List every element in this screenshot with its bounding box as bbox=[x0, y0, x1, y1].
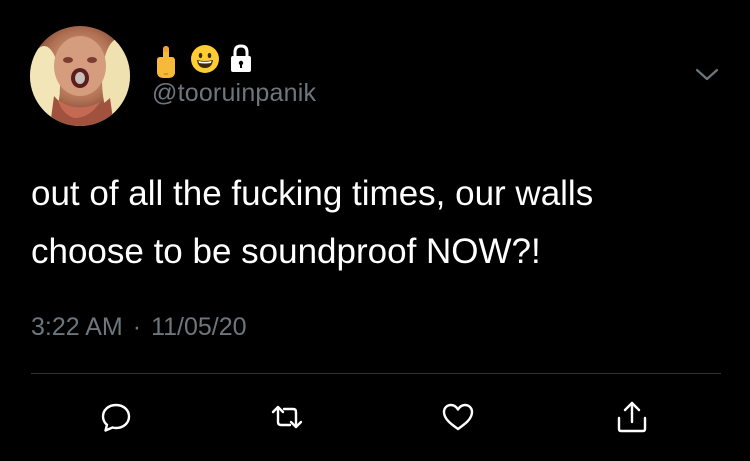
tweet-text-line: choose to be soundproof NOW?! bbox=[31, 232, 541, 271]
reply-icon bbox=[101, 403, 131, 432]
middle-finger-emoji bbox=[152, 44, 180, 78]
user-handle[interactable]: @tooruinpanik bbox=[152, 79, 316, 108]
tweet-timestamp[interactable]: 3:22 AM · 11/05/20 bbox=[31, 313, 247, 342]
timestamp-separator: · bbox=[132, 313, 142, 341]
tweet-text-line: out of all the fucking times, our walls bbox=[31, 174, 594, 213]
reply-button[interactable] bbox=[94, 395, 138, 439]
tweet: @tooruinpanik out of all the fucking tim… bbox=[0, 0, 750, 461]
divider bbox=[31, 373, 721, 374]
grinning-face-emoji bbox=[190, 44, 219, 73]
like-icon bbox=[442, 403, 474, 431]
share-button[interactable] bbox=[610, 395, 654, 439]
display-name-emojis[interactable] bbox=[152, 40, 256, 78]
lock-icon bbox=[228, 44, 256, 72]
retweet-button[interactable] bbox=[265, 395, 309, 439]
like-button[interactable] bbox=[436, 395, 480, 439]
tweet-actions bbox=[0, 395, 750, 439]
retweet-icon bbox=[271, 405, 303, 429]
share-icon bbox=[617, 401, 647, 433]
tweet-date: 11/05/20 bbox=[151, 313, 247, 341]
tweet-text: out of all the fucking times, our walls … bbox=[31, 165, 721, 281]
chevron-down-icon[interactable] bbox=[690, 60, 724, 90]
avatar[interactable] bbox=[30, 26, 130, 126]
tweet-time: 3:22 AM bbox=[31, 313, 123, 341]
